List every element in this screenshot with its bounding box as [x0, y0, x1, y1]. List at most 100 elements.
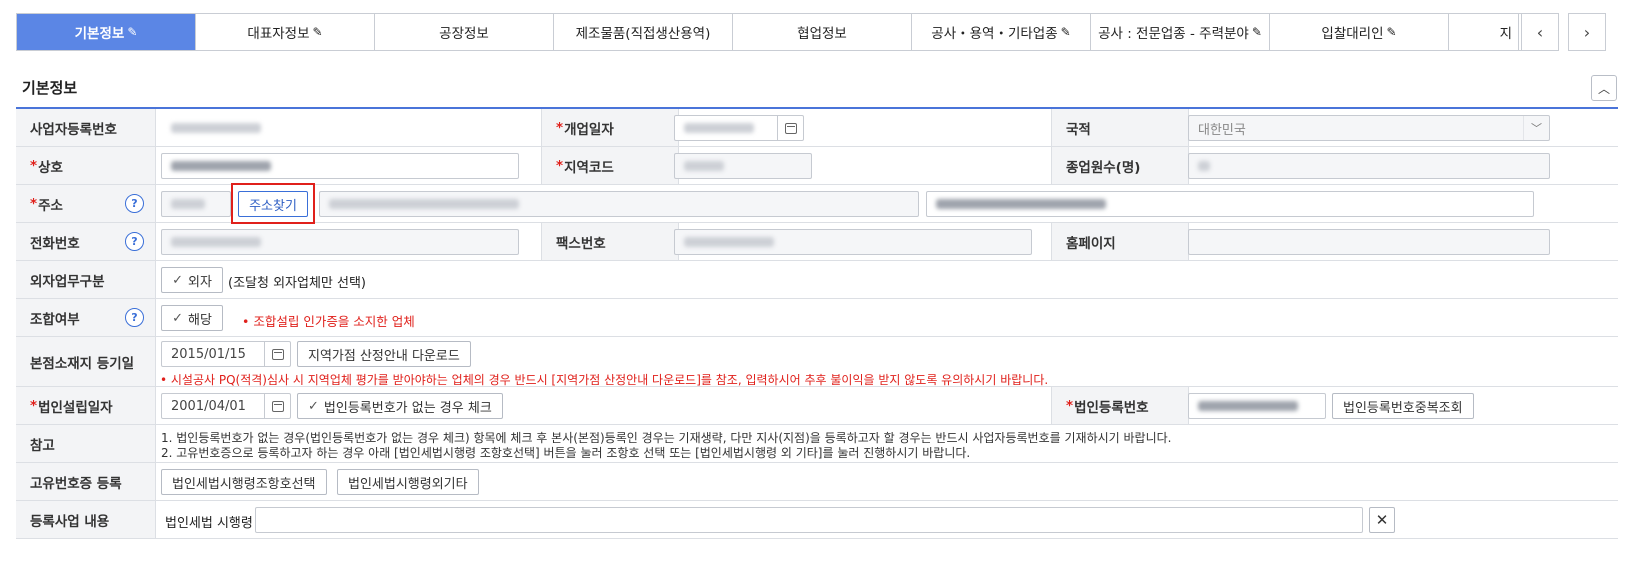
tab-label: 입찰대리인: [1321, 26, 1384, 42]
label-region-code: * 지역코드: [541, 147, 679, 184]
phone-field[interactable]: [161, 229, 519, 255]
pencil-icon: ✎: [1386, 25, 1397, 39]
hq-reg-date-field[interactable]: 2015/01/15: [161, 341, 291, 367]
address-search-button[interactable]: 주소찾기: [238, 191, 308, 217]
form-row: 고유번호증 등록 법인세법시행령조항호선택 법인세법시행령외기타: [16, 463, 1618, 501]
registered-business-prefix: 법인세법 시행령: [165, 516, 253, 531]
calendar-icon[interactable]: [264, 342, 290, 366]
tab-label: 지: [1499, 26, 1512, 42]
tab-manufactured-goods[interactable]: 제조물품(직접생산용역): [554, 14, 733, 50]
calendar-icon[interactable]: [777, 116, 803, 140]
tab-bid-agent[interactable]: 입찰대리인 ✎: [1270, 14, 1449, 50]
corp-reg-no-duplicate-check-button[interactable]: 법인등록번호중복조회: [1332, 393, 1474, 419]
chevron-down-icon: ﹀: [1523, 116, 1549, 140]
check-icon: ✓: [172, 272, 183, 288]
form-row: 등록사업 내용 법인세법 시행령 ✕: [16, 501, 1618, 539]
company-name-field[interactable]: [161, 153, 519, 179]
hq-reg-note: • 시설공사 PQ(적격)심사 시 지역업체 평가를 받아야하는 업체의 경우 …: [160, 373, 1049, 387]
chevron-up-icon: ︿: [1597, 81, 1610, 96]
check-icon: ✓: [308, 398, 319, 414]
pencil-icon: ✎: [312, 25, 323, 39]
label-corp-est-date: * 법인설립일자: [16, 387, 156, 424]
tab-list: 기본정보 ✎ 대표자정보 ✎ 공장정보 제조물품(직접생산용역) 협업정보 공사・용…: [16, 13, 1521, 51]
help-icon[interactable]: ?: [125, 308, 144, 327]
region-points-download-button[interactable]: 지역가점 산정안내 다운로드: [297, 341, 471, 367]
chevron-left-icon: ‹: [1536, 22, 1544, 42]
corp-tax-article-select-button[interactable]: 법인세법시행령조항호선택: [161, 469, 327, 495]
label-registered-business: 등록사업 내용: [16, 501, 156, 538]
calendar-icon[interactable]: [264, 394, 290, 418]
tab-representative-info[interactable]: 대표자정보 ✎: [196, 14, 375, 50]
corp-tax-other-button[interactable]: 법인세법시행령외기타: [337, 469, 479, 495]
form-row: 사업자등록번호 * 개업일자 국적 대한민국 ﹀: [16, 109, 1618, 147]
form-row: 참고 1. 법인등록번호가 없는 경우(법인등록번호가 없는 경우 체크) 항목…: [16, 425, 1618, 463]
zip-code-field[interactable]: [161, 191, 231, 217]
form-row: * 법인설립일자 2001/04/01 ✓ 법인등록번호가 없는 경우 체크 * 법인…: [16, 387, 1618, 425]
union-checkbox[interactable]: ✓ 해당: [161, 305, 223, 331]
tab-label: 공사 : 전문업종 - 주력분야: [1098, 26, 1249, 42]
tab-specialty-construction[interactable]: 공사 : 전문업종 - 주력분야 ✎: [1091, 14, 1270, 50]
label-business-reg-no: 사업자등록번호: [16, 109, 156, 146]
tab-bar: 기본정보 ✎ 대표자정보 ✎ 공장정보 제조물품(직접생산용역) 협업정보 공사・용…: [16, 13, 1618, 51]
business-reg-no-field[interactable]: [161, 115, 291, 141]
corp-est-date-field[interactable]: 2001/04/01: [161, 393, 291, 419]
label-hq-reg-date: 본점소재지 등기일: [16, 337, 156, 386]
address-detail-field[interactable]: [926, 191, 1534, 217]
outsourcing-checkbox[interactable]: ✓ 외자: [161, 267, 223, 293]
tab-label: 공사・용역・기타업종: [931, 26, 1058, 42]
clear-button[interactable]: ✕: [1369, 507, 1395, 533]
region-code-field[interactable]: [674, 153, 812, 179]
label-reference: 참고: [16, 425, 156, 462]
tab-label: 제조물품(직접생산용역): [575, 26, 711, 42]
tab-basic-info[interactable]: 기본정보 ✎: [17, 14, 196, 50]
collapse-button[interactable]: ︿: [1591, 75, 1617, 101]
tab-label: 기본정보: [74, 26, 125, 42]
tab-next-button[interactable]: ›: [1568, 13, 1606, 51]
tab-prev-button[interactable]: ‹: [1521, 13, 1559, 51]
form-row: * 상호 * 지역코드 종업원수(명): [16, 147, 1618, 185]
label-corp-reg-no: * 법인등록번호: [1051, 387, 1189, 424]
no-corp-reg-no-checkbox[interactable]: ✓ 법인등록번호가 없는 경우 체크: [297, 393, 503, 419]
nationality-select[interactable]: 대한민국 ﹀: [1188, 115, 1550, 141]
tab-partial[interactable]: 지: [1449, 14, 1519, 50]
label-fax: 팩스번호: [541, 223, 679, 260]
registered-business-field[interactable]: [255, 507, 1363, 533]
tab-factory-info[interactable]: 공장정보: [375, 14, 554, 50]
label-unique-no: 고유번호증 등록: [16, 463, 156, 500]
form-row: * 주소 ? 주소찾기: [16, 183, 1618, 224]
outsourcing-note: (조달청 외자업체만 선택): [228, 276, 367, 291]
tab-collaboration-info[interactable]: 협업정보: [733, 14, 912, 50]
pencil-icon: ✎: [127, 25, 138, 39]
employees-field[interactable]: [1188, 153, 1550, 179]
label-open-date: * 개업일자: [541, 109, 679, 146]
reference-line-2: 2. 고유번호증으로 등록하고자 하는 경우 아래 [법인세법시행령 조항호선택…: [161, 446, 971, 460]
basic-info-form: 사업자등록번호 * 개업일자 국적 대한민국 ﹀ * 상호 * 지역코드 종업원수(명)…: [16, 109, 1618, 539]
form-row: 조합여부 ? ✓ 해당 • 조합설립 인가증을 소지한 업체: [16, 299, 1618, 337]
form-row: 외자업무구분 ✓ 외자 (조달청 외자업체만 선택): [16, 261, 1618, 299]
check-icon: ✓: [172, 310, 183, 326]
union-note: • 조합설립 인가증을 소지한 업체: [242, 314, 415, 329]
section-title: 기본정보: [22, 79, 78, 97]
open-date-field[interactable]: [674, 115, 804, 141]
tab-construction-service-other[interactable]: 공사・용역・기타업종 ✎: [912, 14, 1091, 50]
label-employees: 종업원수(명): [1051, 147, 1189, 184]
label-nationality: 국적: [1051, 109, 1189, 146]
label-company-name: * 상호: [16, 147, 156, 184]
form-row: 전화번호 ? 팩스번호 홈페이지: [16, 223, 1618, 261]
pencil-icon: ✎: [1060, 25, 1071, 39]
label-outsourcing: 외자업무구분: [16, 261, 156, 298]
close-icon: ✕: [1375, 511, 1389, 529]
help-icon[interactable]: ?: [125, 232, 144, 251]
corp-reg-no-field[interactable]: [1188, 393, 1326, 419]
homepage-field[interactable]: [1188, 229, 1550, 255]
form-row: 본점소재지 등기일 2015/01/15 지역가점 산정안내 다운로드 • 시설…: [16, 337, 1618, 387]
chevron-right-icon: ›: [1583, 22, 1591, 42]
help-icon[interactable]: ?: [125, 194, 144, 213]
pencil-icon: ✎: [1251, 25, 1262, 39]
tab-label: 협업정보: [797, 26, 847, 42]
fax-field[interactable]: [674, 229, 1032, 255]
label-homepage: 홈페이지: [1051, 223, 1189, 260]
tab-label: 공장정보: [439, 26, 489, 42]
address-field[interactable]: [319, 191, 919, 217]
tab-label: 대표자정보: [247, 26, 310, 42]
